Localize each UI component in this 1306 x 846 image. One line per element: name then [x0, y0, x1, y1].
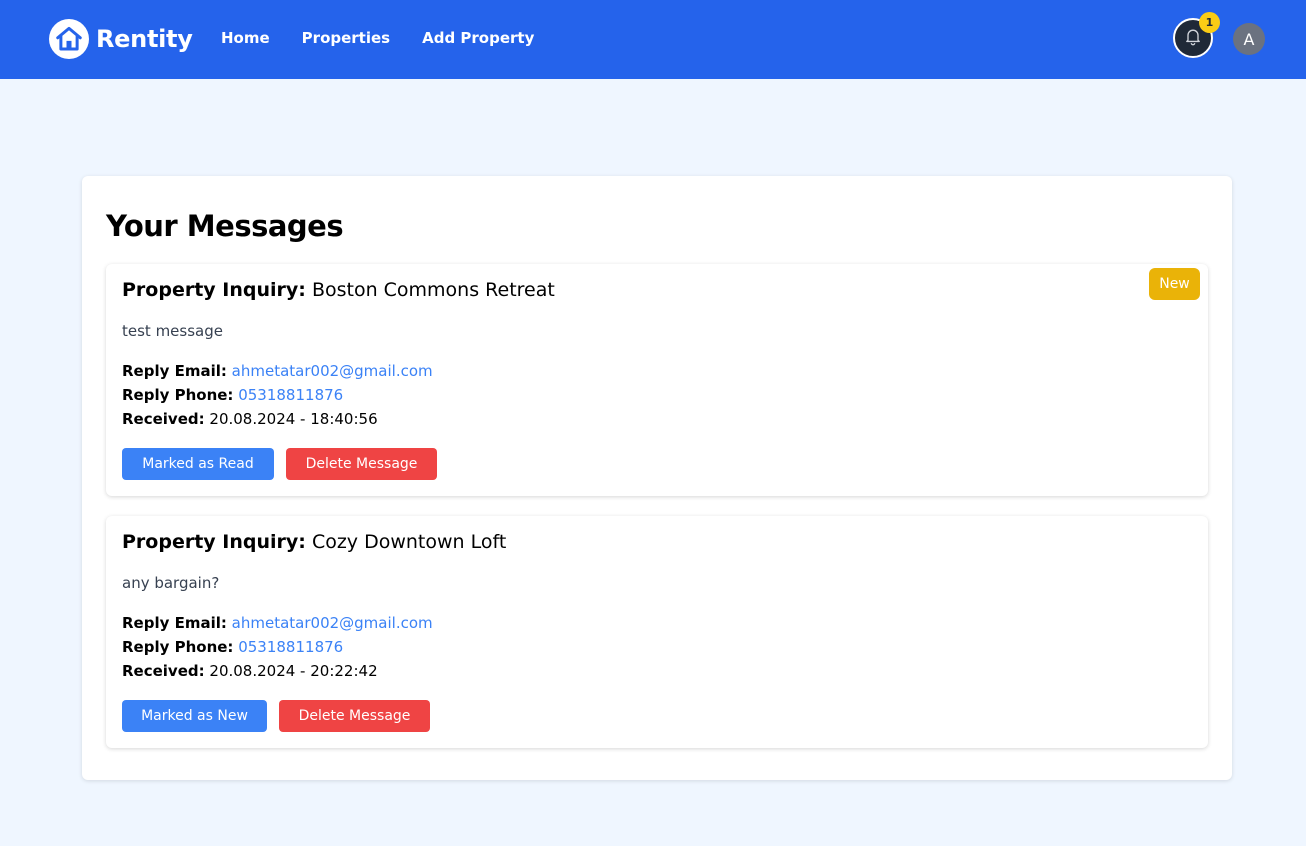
bell-icon [1183, 26, 1203, 50]
main-nav: Home Properties Add Property [221, 28, 566, 48]
message-body: any bargain? [122, 574, 220, 592]
received-label: Received: [122, 410, 205, 428]
message-body: test message [122, 322, 223, 340]
reply-phone-link[interactable]: 05318811876 [238, 638, 343, 656]
message-card: Property Inquiry: Boston Commons Retreat… [106, 264, 1208, 496]
reply-email-link[interactable]: ahmetatar002@gmail.com [232, 362, 433, 380]
property-name: Boston Commons Retreat [311, 279, 555, 301]
received-row: Received: 20.08.2024 - 18:40:56 [122, 409, 378, 429]
reply-phone-label: Reply Phone: [122, 638, 234, 656]
nav-home[interactable]: Home [221, 28, 270, 48]
reply-email-link[interactable]: ahmetatar002@gmail.com [232, 614, 433, 632]
heading-label: Property Inquiry: [122, 531, 306, 553]
mark-read-button[interactable]: Marked as Read [122, 448, 274, 480]
reply-phone-label: Reply Phone: [122, 386, 234, 404]
reply-email-label: Reply Email: [122, 614, 227, 632]
message-heading: Property Inquiry: Boston Commons Retreat [122, 278, 555, 302]
delete-message-button[interactable]: Delete Message [279, 700, 430, 732]
mark-new-button[interactable]: Marked as New [122, 700, 267, 732]
navbar: Rentity Home Properties Add Property 1 A [0, 0, 1306, 79]
received-label: Received: [122, 662, 205, 680]
received-timestamp: 20.08.2024 - 20:22:42 [209, 662, 378, 680]
new-badge: New [1149, 268, 1200, 300]
message-card: Property Inquiry: Cozy Downtown Loft any… [106, 516, 1208, 748]
delete-message-button[interactable]: Delete Message [286, 448, 437, 480]
received-row: Received: 20.08.2024 - 20:22:42 [122, 661, 378, 681]
reply-email-row: Reply Email: ahmetatar002@gmail.com [122, 613, 433, 633]
brand-name: Rentity [96, 25, 193, 53]
messages-panel: Your Messages Property Inquiry: Boston C… [82, 176, 1232, 780]
nav-add-property[interactable]: Add Property [422, 28, 534, 48]
brand-link[interactable]: Rentity [49, 19, 193, 59]
reply-phone-row: Reply Phone: 05318811876 [122, 385, 343, 405]
reply-phone-row: Reply Phone: 05318811876 [122, 637, 343, 657]
reply-email-row: Reply Email: ahmetatar002@gmail.com [122, 361, 433, 381]
heading-label: Property Inquiry: [122, 279, 306, 301]
property-name: Cozy Downtown Loft [311, 531, 507, 553]
reply-email-label: Reply Email: [122, 362, 227, 380]
received-timestamp: 20.08.2024 - 18:40:56 [209, 410, 378, 428]
notification-count-badge: 1 [1199, 12, 1220, 33]
house-icon [49, 19, 89, 59]
reply-phone-link[interactable]: 05318811876 [238, 386, 343, 404]
nav-properties[interactable]: Properties [302, 28, 390, 48]
message-heading: Property Inquiry: Cozy Downtown Loft [122, 530, 506, 554]
user-avatar[interactable]: A [1233, 23, 1265, 55]
page-title: Your Messages [106, 209, 344, 243]
